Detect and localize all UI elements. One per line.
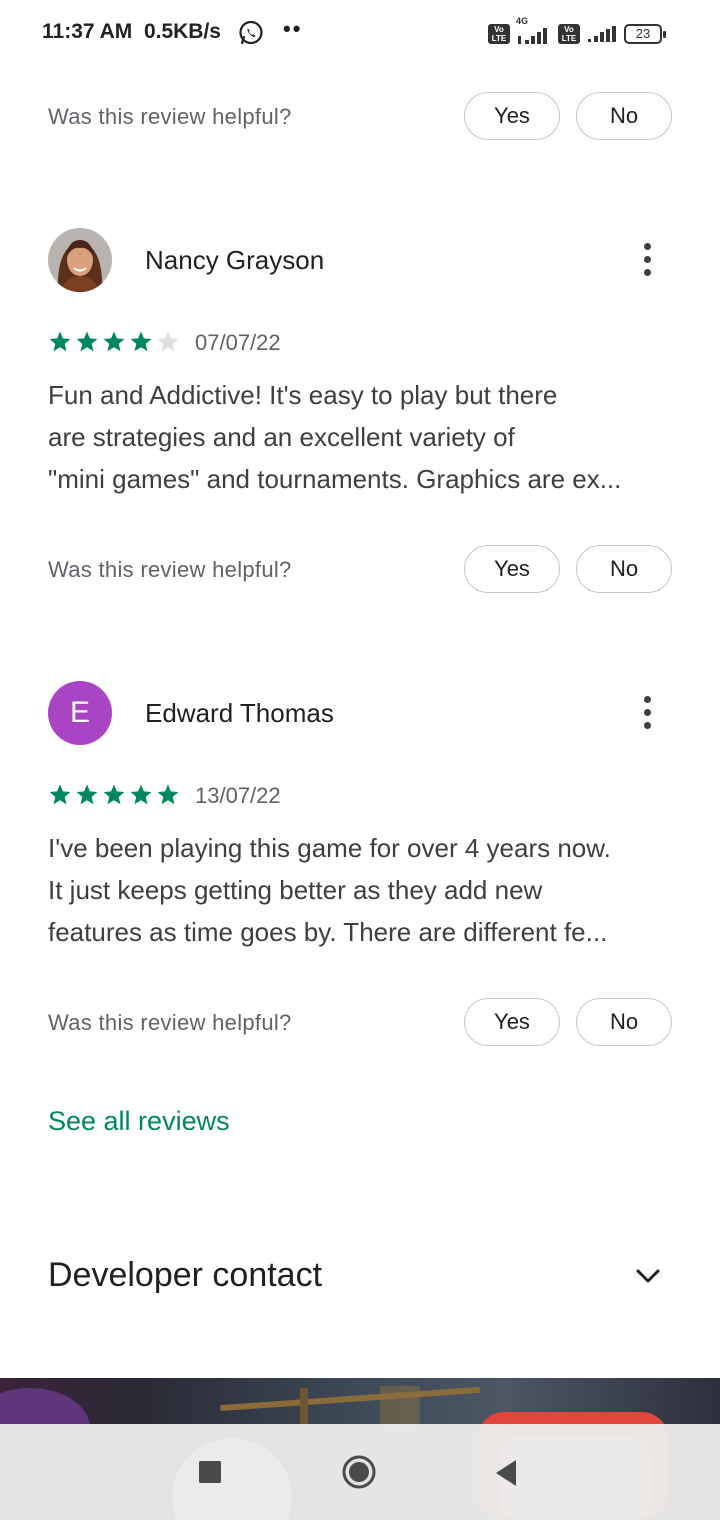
review-text-line: I've been playing this game for over 4 y… bbox=[48, 833, 611, 863]
review-text-line: "mini games" and tournaments. Graphics a… bbox=[48, 464, 622, 494]
review-text-line: are strategies and an excellent variety … bbox=[48, 422, 515, 452]
battery-level: 23 bbox=[635, 26, 651, 41]
more-vert-icon[interactable] bbox=[636, 693, 660, 733]
volte-badge-1: Vo LTE bbox=[488, 24, 510, 44]
network-type-label: 4G bbox=[516, 16, 529, 26]
avatar-edward: E bbox=[48, 681, 112, 745]
review-text: Fun and Addictive! It's easy to play but… bbox=[48, 374, 672, 500]
volte-badge-2: Vo LTE bbox=[558, 24, 580, 44]
star-filled-icon bbox=[103, 331, 125, 352]
signal-4g-icon: 4G bbox=[516, 16, 552, 48]
status-speed: 0.5KB/s bbox=[143, 20, 221, 43]
status-bar: 11:37 AM 0.5KB/s •• Vo LTE 4G Vo LTE 23 bbox=[0, 0, 720, 70]
helpful-no-button[interactable]: No bbox=[576, 998, 672, 1046]
helpful-yes-button[interactable]: Yes bbox=[464, 92, 560, 140]
triangle-back-icon[interactable] bbox=[494, 1458, 518, 1488]
helpful-question: Was this review helpful? bbox=[48, 1010, 292, 1035]
reviewer-name: Nancy Grayson bbox=[145, 245, 325, 275]
helpful-no-button[interactable]: No bbox=[576, 92, 672, 140]
helpful-yes-button[interactable]: Yes bbox=[464, 998, 560, 1046]
star-empty-icon bbox=[157, 331, 179, 352]
review-text-line: Fun and Addictive! It's easy to play but… bbox=[48, 380, 558, 410]
star-filled-icon bbox=[157, 784, 179, 805]
star-filled-icon bbox=[130, 784, 152, 805]
star-filled-icon bbox=[49, 331, 71, 352]
circle-icon[interactable] bbox=[342, 1455, 376, 1489]
review-text-line: features as time goes by. There are diff… bbox=[48, 917, 608, 947]
star-filled-icon bbox=[130, 331, 152, 352]
helpful-no-button[interactable]: No bbox=[576, 545, 672, 593]
signal-icon bbox=[588, 26, 616, 42]
battery-icon: 23 bbox=[624, 24, 666, 44]
see-all-reviews-link[interactable]: See all reviews bbox=[48, 1106, 230, 1137]
more-vert-icon[interactable] bbox=[636, 240, 660, 280]
reviewer-name: Edward Thomas bbox=[145, 698, 334, 728]
star-filled-icon bbox=[103, 784, 125, 805]
review-date: 13/07/22 bbox=[195, 783, 281, 808]
review-text-line: It just keeps getting better as they add… bbox=[48, 875, 543, 905]
star-rating bbox=[48, 783, 180, 807]
star-filled-icon bbox=[76, 331, 98, 352]
star-filled-icon bbox=[49, 784, 71, 805]
chevron-down-icon[interactable] bbox=[630, 1258, 666, 1294]
helpful-yes-button[interactable]: Yes bbox=[464, 545, 560, 593]
status-indicators: Vo LTE 4G Vo LTE 23 bbox=[488, 16, 666, 50]
helpful-question: Was this review helpful? bbox=[48, 104, 292, 129]
status-clock: 11:37 AM bbox=[42, 20, 133, 43]
star-filled-icon bbox=[76, 784, 98, 805]
star-rating bbox=[48, 330, 180, 354]
square-icon[interactable] bbox=[199, 1461, 221, 1483]
status-time: 11:37 AM 0.5KB/s bbox=[42, 20, 221, 44]
helpful-question: Was this review helpful? bbox=[48, 557, 292, 582]
review-date: 07/07/22 bbox=[195, 330, 281, 355]
avatar-nancy bbox=[48, 228, 112, 292]
whatsapp-icon bbox=[239, 20, 263, 45]
notification-dots: •• bbox=[283, 16, 303, 41]
developer-contact-heading[interactable]: Developer contact bbox=[48, 1256, 322, 1295]
review-text: I've been playing this game for over 4 y… bbox=[48, 827, 672, 953]
